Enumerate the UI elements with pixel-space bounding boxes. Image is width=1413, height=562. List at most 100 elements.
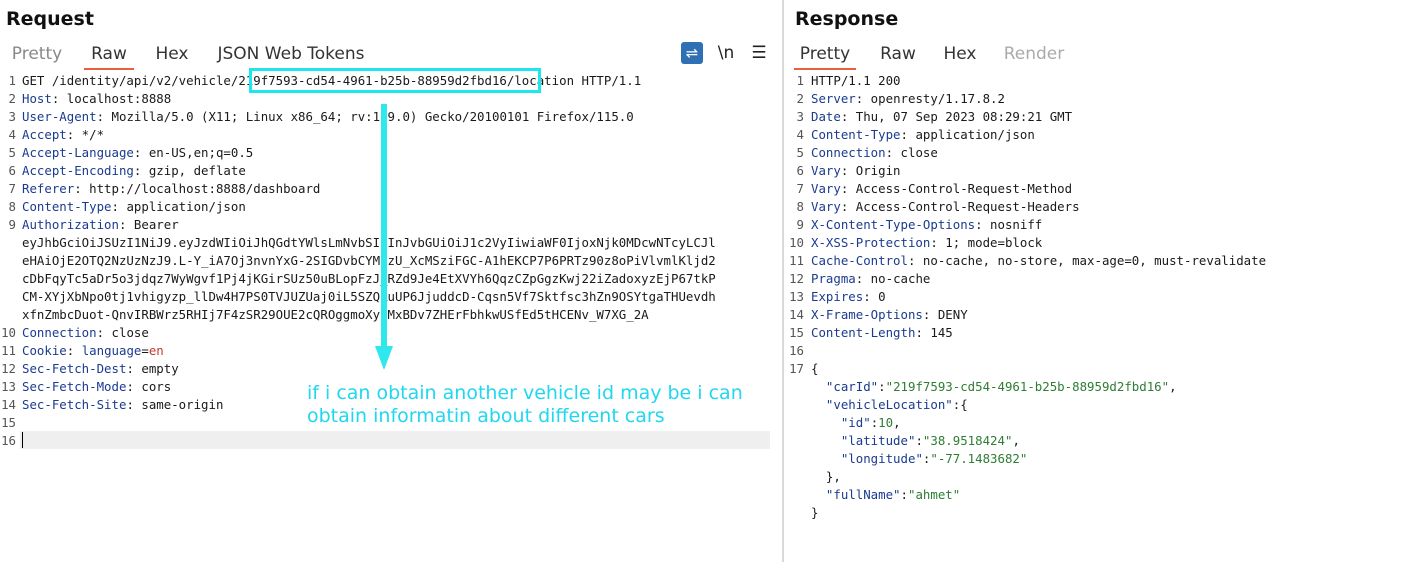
json-value: "219f7593-cd54-4961-b25b-88959d2fbd16": [885, 379, 1170, 394]
code-line: "id":10,: [811, 414, 901, 432]
code-line: Content-Type: application/json: [811, 126, 1035, 144]
header-name: Accept-Encoding: [22, 163, 134, 178]
header-name: Authorization: [22, 217, 119, 232]
header-name: Content-Length: [811, 325, 916, 340]
code-line: Sec-Fetch-Mode: cors: [22, 378, 171, 396]
line-number: [788, 468, 804, 486]
line-number: 11: [789, 253, 804, 268]
json-value: 10: [878, 415, 894, 430]
line-number: 7: [8, 181, 16, 196]
json-key: "latitude": [840, 433, 916, 448]
line-number: 4: [796, 127, 804, 142]
code-line: eHAiOjE2OTQ2NzUzNzJ9.L-Y_iA7Oj3nvnYxG-2S…: [22, 253, 716, 268]
cookie-equals: =: [141, 343, 149, 358]
line-number: 8: [8, 199, 16, 214]
header-value: : DENY: [922, 307, 968, 322]
header-name: Host: [22, 91, 52, 106]
json-key: "carId": [825, 379, 879, 394]
code-line: cDbFqyTc5aDr5o3jdqz7WyWgvf1Pj4jKGirSUz50…: [22, 271, 716, 286]
annotation-arrow-shaft: [381, 104, 387, 350]
line-number: 3: [796, 109, 804, 124]
code-line: "latitude":"38.9518424",: [811, 432, 1020, 450]
line-number: 2: [796, 91, 804, 106]
code-line: User-Agent: Mozilla/5.0 (X11; Linux x86_…: [22, 108, 634, 126]
header-name: X-XSS-Protection: [811, 235, 931, 250]
line-number: 13: [789, 289, 804, 304]
code-line: Cookie: language=en: [22, 342, 164, 360]
line-number: [788, 378, 804, 396]
line-number: 9: [8, 217, 16, 232]
menu-icon[interactable]: ☰: [748, 40, 770, 66]
request-pane: Request Pretty Raw Hex JSON Web Tokens ⇌…: [0, 0, 782, 562]
header-value: : same-origin: [126, 397, 224, 412]
tab-hex[interactable]: Hex: [942, 42, 978, 68]
header-value: : Mozilla/5.0 (X11; Linux x86_64; rv:109…: [96, 109, 634, 124]
line-number: 9: [796, 217, 804, 232]
tab-raw[interactable]: Raw: [878, 42, 918, 68]
line-number: 12: [789, 271, 804, 286]
line-number: [788, 450, 804, 468]
header-name: Sec-Fetch-Dest: [22, 361, 127, 376]
header-value: : Thu, 07 Sep 2023 08:29:21 GMT: [840, 109, 1073, 124]
request-editor[interactable]: 1 GET /identity/api/v2/vehicle/219f7593-c…: [0, 70, 782, 562]
header-value: : Origin: [840, 163, 901, 178]
tab-hex[interactable]: Hex: [154, 42, 190, 68]
header-name: Pragma: [811, 271, 856, 286]
header-name: X-Content-Type-Options: [811, 217, 976, 232]
header-value: : application/json: [111, 199, 246, 214]
tab-pretty[interactable]: Pretty: [794, 42, 856, 70]
tab-render[interactable]: Render: [1003, 42, 1065, 68]
header-value: : Access-Control-Request-Method: [840, 181, 1073, 196]
json-punct: ,: [1012, 433, 1020, 448]
header-value: : no-cache: [855, 271, 931, 286]
response-pane: Response Pretty Raw Hex Render 1 HTTP/1.1…: [784, 0, 1413, 562]
header-name: Vary: [811, 181, 841, 196]
line-number: 7: [796, 181, 804, 196]
header-name: Vary: [811, 163, 841, 178]
code-line: Vary: Access-Control-Request-Method: [811, 180, 1072, 198]
tab-json-web-tokens[interactable]: JSON Web Tokens: [216, 42, 366, 68]
line-number: 5: [8, 145, 16, 160]
line-number: 2: [8, 91, 16, 106]
code-line: CM-XYjXbNpo0tj1vhigyzp_llDw4H7PS0TVJUZUa…: [22, 289, 716, 304]
line-number: 3: [8, 109, 16, 124]
code-line: {: [811, 361, 819, 376]
tab-pretty[interactable]: Pretty: [11, 42, 63, 68]
header-value: : no-cache, no-store, max-age=0, must-re…: [907, 253, 1267, 268]
json-punct: {: [960, 397, 968, 412]
header-value: : 1; mode=block: [930, 235, 1043, 250]
header-name: Referer: [22, 181, 75, 196]
header-name: X-Frame-Options: [811, 307, 923, 322]
code-line: Pragma: no-cache: [811, 270, 930, 288]
response-viewer[interactable]: 1 HTTP/1.1 200 2 Server: openresty/1.17.8.2…: [784, 70, 1413, 562]
code-line: Sec-Fetch-Dest: empty: [22, 360, 179, 378]
header-value: : cors: [126, 379, 172, 394]
line-number: [0, 270, 16, 288]
word-wrap-icon[interactable]: ⇌: [681, 42, 703, 64]
header-name: Server: [811, 91, 856, 106]
code-line: Vary: Access-Control-Request-Headers: [811, 198, 1080, 216]
code-line: xfnZmbcDuot-QnvIRBWrz5RHIj7F4zSR29OUE2cQ…: [22, 307, 649, 322]
line-number: 8: [796, 199, 804, 214]
header-name: Connection: [811, 145, 886, 160]
line-number: 4: [8, 127, 16, 142]
header-name: Accept-Language: [22, 145, 134, 160]
code-line: Referer: http://localhost:8888/dashboard: [22, 180, 320, 198]
line-number: 10: [1, 325, 16, 340]
header-name: Sec-Fetch-Site: [22, 397, 127, 412]
tab-raw[interactable]: Raw: [84, 42, 134, 70]
header-value: : 145: [915, 325, 953, 340]
code-line: "fullName":"ahmet": [811, 486, 960, 504]
line-number: [0, 234, 16, 252]
current-line-highlight: [20, 431, 770, 449]
code-line: "carId":"219f7593-cd54-4961-b25b-88959d2…: [811, 378, 1177, 396]
header-value: : Bearer: [118, 217, 179, 232]
show-newlines-icon[interactable]: \n: [714, 40, 738, 66]
line-number: 11: [1, 343, 16, 358]
line-number: 17: [789, 361, 804, 376]
line-number: 1: [8, 73, 16, 88]
header-name: Expires: [811, 289, 864, 304]
json-value: "ahmet": [908, 487, 961, 502]
code-line: Cache-Control: no-cache, no-store, max-a…: [811, 252, 1266, 270]
